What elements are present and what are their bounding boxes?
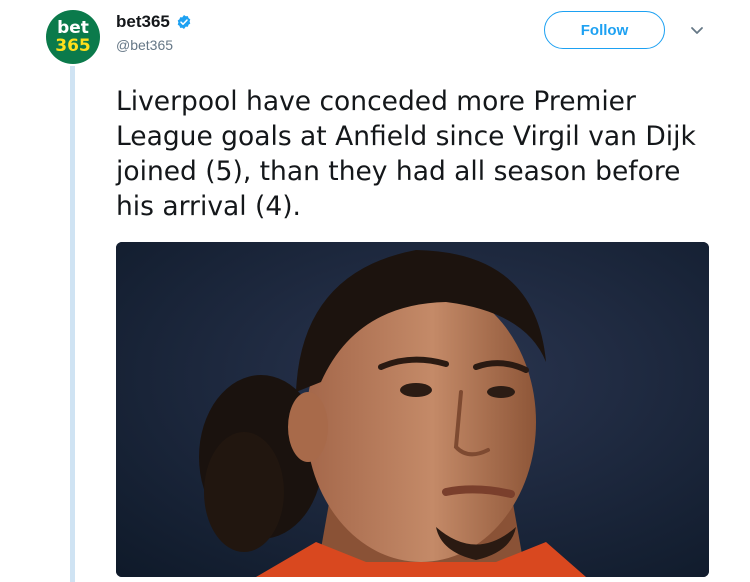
follow-button[interactable]: Follow [544,11,665,49]
author-handle[interactable]: @bet365 [116,37,173,53]
tweet-text: Liverpool have conceded more Premier Lea… [116,86,696,222]
tweet-media-photo[interactable] [116,242,709,577]
chevron-down-icon[interactable] [690,26,704,36]
author-name-row: bet365 [116,12,192,32]
verified-badge-icon [177,15,191,29]
avatar[interactable]: bet 365 [46,10,100,64]
player-portrait-image [116,242,709,577]
author-display-name[interactable]: bet365 [116,12,170,32]
thread-connector-line [70,66,75,582]
avatar-text-bet: bet [57,17,89,38]
avatar-text-365: 365 [55,35,91,56]
